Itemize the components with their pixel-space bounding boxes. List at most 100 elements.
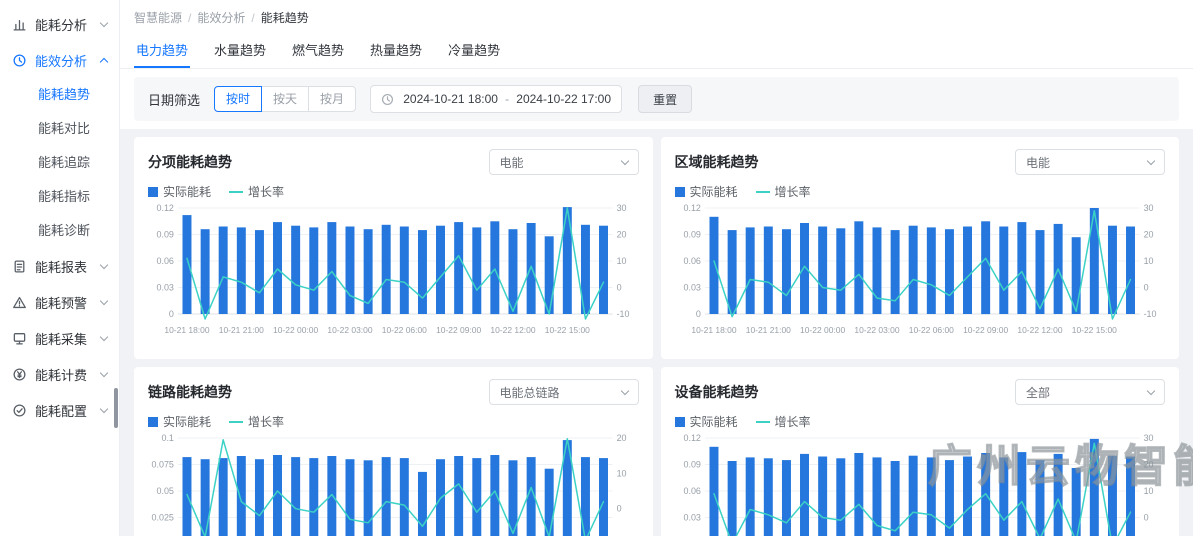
svg-text:-10: -10	[617, 309, 630, 319]
sidebar-item-energy-consumption-analysis[interactable]: 能耗分析	[0, 6, 119, 42]
chevron-down-icon	[620, 156, 628, 164]
energy-type-select[interactable]: 电能	[1015, 149, 1165, 175]
breadcrumb-item-energy-trend: 能耗趋势	[261, 11, 309, 25]
by-day-button[interactable]: 按天	[261, 86, 309, 112]
date-range-separator: -	[505, 92, 509, 106]
report-icon	[12, 259, 27, 274]
svg-text:0.03: 0.03	[683, 512, 700, 522]
svg-text:10: 10	[617, 256, 627, 266]
tab-water-trend[interactable]: 水量趋势	[212, 31, 268, 68]
svg-text:0.09: 0.09	[683, 229, 700, 239]
svg-text:20: 20	[617, 229, 627, 239]
region-energy-trend-chart: 00.030.060.090.12-10010203010-21 18:0010…	[675, 202, 1166, 338]
bar-legend-swatch	[675, 417, 685, 427]
svg-text:0: 0	[1143, 282, 1148, 292]
svg-text:0.1: 0.1	[161, 433, 173, 443]
bar-legend-label: 实际能耗	[163, 413, 211, 430]
svg-text:10-22 06:00: 10-22 06:00	[382, 325, 427, 335]
trend-tabs: 电力趋势 水量趋势 燃气趋势 热量趋势 冷量趋势	[120, 31, 1193, 69]
by-hour-button[interactable]: 按时	[214, 86, 262, 112]
chart-card-device-energy-trend: 设备能耗趋势 全部 实际能耗 增长率 00.030.060.090.12-100…	[661, 367, 1180, 536]
sidebar-item-label: 能耗配置	[35, 401, 87, 420]
sidebar-item-energy-efficiency-analysis[interactable]: 能效分析	[0, 42, 119, 78]
charts-grid: 分项能耗趋势 电能 实际能耗 增长率 00.030.060.090.12-100…	[120, 129, 1193, 536]
svg-text:20: 20	[1143, 459, 1153, 469]
chart-legend: 实际能耗 增长率	[148, 183, 639, 200]
tab-cooling-trend[interactable]: 冷量趋势	[446, 31, 502, 68]
line-legend-swatch	[229, 421, 243, 423]
line-legend-label: 增长率	[775, 413, 811, 430]
tab-electric-trend[interactable]: 电力趋势	[134, 31, 190, 68]
svg-text:0.12: 0.12	[683, 433, 700, 443]
sidebar-subitem-energy-trace[interactable]: 能耗追踪	[0, 146, 119, 180]
line-legend-label: 增长率	[775, 183, 811, 200]
svg-text:0.09: 0.09	[156, 229, 173, 239]
sidebar-item-label: 能耗分析	[35, 15, 87, 34]
svg-text:20: 20	[1143, 229, 1153, 239]
sidebar-scrollbar-thumb[interactable]	[114, 388, 118, 428]
svg-text:0.03: 0.03	[156, 282, 173, 292]
svg-text:0.05: 0.05	[156, 486, 173, 496]
chart-legend: 实际能耗 增长率	[675, 183, 1166, 200]
chart-legend: 实际能耗 增长率	[675, 413, 1166, 430]
sidebar-item-energy-report[interactable]: 能耗报表	[0, 248, 119, 284]
device-select[interactable]: 全部	[1015, 379, 1165, 405]
breadcrumb-item-efficiency-analysis[interactable]: 能效分析	[197, 11, 245, 25]
chart-title: 分项能耗趋势	[148, 152, 232, 172]
sidebar-submenu: 能耗趋势 能耗对比 能耗追踪 能耗指标 能耗诊断	[0, 78, 119, 248]
chart-title: 链路能耗趋势	[148, 382, 232, 402]
energy-type-select[interactable]: 电能	[489, 149, 639, 175]
link-select[interactable]: 电能总链路	[489, 379, 639, 405]
svg-text:10: 10	[617, 468, 627, 478]
time-granularity-group: 按时 按天 按月	[214, 86, 356, 112]
chevron-down-icon	[100, 368, 108, 376]
svg-text:10-22 00:00: 10-22 00:00	[273, 325, 318, 335]
sidebar-subitem-energy-indicator[interactable]: 能耗指标	[0, 180, 119, 214]
line-legend-swatch	[756, 421, 770, 423]
sidebar-item-energy-collection[interactable]: 能耗采集	[0, 320, 119, 356]
date-start-value: 2024-10-21 18:00	[403, 92, 498, 106]
tab-gas-trend[interactable]: 燃气趋势	[290, 31, 346, 68]
chevron-down-icon	[100, 18, 108, 26]
svg-text:10-22 12:00: 10-22 12:00	[490, 325, 535, 335]
sidebar-item-label: 能耗采集	[35, 329, 87, 348]
svg-text:0.025: 0.025	[152, 512, 174, 522]
sidebar-item-label: 能耗预警	[35, 293, 87, 312]
select-value: 全部	[1026, 384, 1050, 401]
svg-text:0: 0	[695, 309, 700, 319]
line-legend-label: 增长率	[248, 413, 284, 430]
bar-legend-label: 实际能耗	[163, 183, 211, 200]
breadcrumb-item-smart-energy[interactable]: 智慧能源	[134, 11, 182, 25]
date-end-value: 2024-10-22 17:00	[516, 92, 611, 106]
chevron-down-icon	[100, 296, 108, 304]
svg-text:10-22 15:00: 10-22 15:00	[1071, 325, 1116, 335]
date-range-picker[interactable]: 2024-10-21 18:00 - 2024-10-22 17:00	[370, 85, 622, 113]
main-content: 智慧能源/能效分析/能耗趋势 电力趋势 水量趋势 燃气趋势 热量趋势 冷量趋势 …	[120, 0, 1193, 536]
svg-text:0.06: 0.06	[683, 256, 700, 266]
chart-title: 设备能耗趋势	[675, 382, 759, 402]
collect-icon	[12, 331, 27, 346]
select-value: 电能	[500, 154, 524, 171]
sidebar-subitem-energy-compare[interactable]: 能耗对比	[0, 112, 119, 146]
svg-text:0.06: 0.06	[156, 256, 173, 266]
reset-button[interactable]: 重置	[638, 85, 692, 113]
svg-text:0.12: 0.12	[683, 203, 700, 213]
date-filter-bar: 日期筛选 按时 按天 按月 2024-10-21 18:00 - 2024-10…	[134, 77, 1179, 121]
bar-legend-swatch	[148, 417, 158, 427]
sidebar-item-energy-alert[interactable]: 能耗预警	[0, 284, 119, 320]
date-filter-label: 日期筛选	[148, 90, 200, 109]
sidebar-subitem-energy-diagnosis[interactable]: 能耗诊断	[0, 214, 119, 248]
sidebar-item-energy-config[interactable]: 能耗配置	[0, 392, 119, 428]
sidebar: 能耗分析 能效分析 能耗趋势 能耗对比 能耗追踪 能耗指标 能耗诊断 能耗报表	[0, 0, 120, 536]
sidebar-item-label: 能效分析	[35, 51, 87, 70]
select-value: 电能总链路	[500, 384, 560, 401]
chevron-down-icon	[100, 260, 108, 268]
device-energy-trend-chart: 00.030.060.090.12-10010203010-21 18:0010…	[675, 432, 1166, 536]
sidebar-item-energy-billing[interactable]: 能耗计费	[0, 356, 119, 392]
by-month-button[interactable]: 按月	[308, 86, 356, 112]
sidebar-subitem-energy-trend[interactable]: 能耗趋势	[0, 78, 119, 112]
svg-text:10-22 09:00: 10-22 09:00	[436, 325, 481, 335]
svg-text:10-21 18:00: 10-21 18:00	[691, 325, 736, 335]
tab-heat-trend[interactable]: 热量趋势	[368, 31, 424, 68]
svg-text:10-22 09:00: 10-22 09:00	[963, 325, 1008, 335]
